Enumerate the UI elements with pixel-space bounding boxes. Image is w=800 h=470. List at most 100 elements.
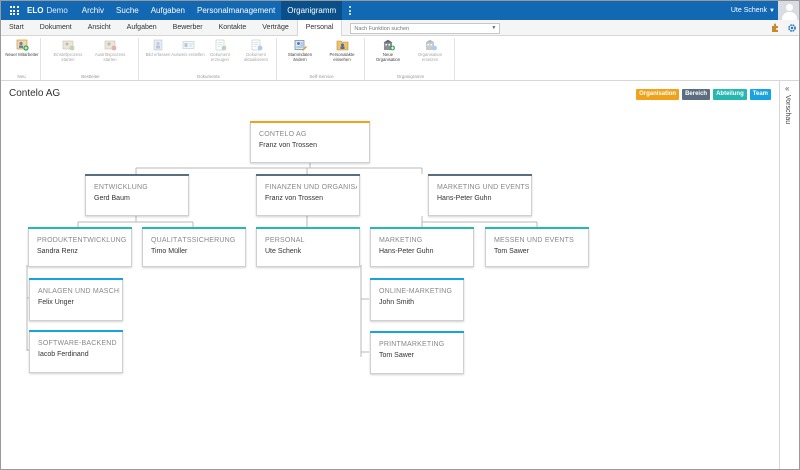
app-window: ELO Demo Archiv Suche Aufgaben Personalm… xyxy=(0,0,800,470)
card-accent-bar xyxy=(370,278,464,280)
settings-icon[interactable] xyxy=(786,22,797,33)
org-card-marketing[interactable]: MARKETING Hans-Peter Guhn xyxy=(370,227,474,267)
org-unit-name: PRODUKTENTWICKLUNG xyxy=(37,237,127,244)
org-unit-name: QUALITÄTSSICHERUNG xyxy=(151,237,236,244)
card-accent-bar xyxy=(28,227,132,229)
org-unit-name: MARKETING xyxy=(379,237,423,244)
chevron-double-left-icon[interactable]: « xyxy=(785,84,789,93)
capture-image-button[interactable]: Bild erfassen xyxy=(141,39,175,57)
start-exit-process-label: Austrittsprozess starten xyxy=(94,52,126,62)
org-card-entwicklung[interactable]: ENTWICKLUNG Gerd Baum xyxy=(85,174,189,216)
generate-document-button[interactable]: Dokument erzeugen xyxy=(203,39,237,62)
function-search-input[interactable] xyxy=(354,25,485,32)
grid-icon xyxy=(9,6,19,15)
org-card-personal[interactable]: PERSONAL Ute Schenk xyxy=(256,227,360,267)
tab-bewerber[interactable]: Bewerber xyxy=(165,20,211,35)
nav-item-aufgaben[interactable]: Aufgaben xyxy=(145,1,191,20)
ribbon-group-neu: Neuer Mitarbeiter Neu xyxy=(3,38,41,80)
tab-aufgaben[interactable]: Aufgaben xyxy=(119,20,165,35)
user-name: Ute Schenk xyxy=(730,7,768,14)
brand-name: ELO xyxy=(27,6,44,15)
app-launcher-button[interactable] xyxy=(1,1,27,20)
generate-document-icon xyxy=(214,39,227,51)
new-organisation-button[interactable]: Neue Organisation xyxy=(371,39,405,62)
nav-item-archiv[interactable]: Archiv xyxy=(76,1,110,20)
replace-organisation-icon xyxy=(424,39,437,51)
new-organisation-icon xyxy=(382,39,395,51)
tab-vertraege[interactable]: Verträge xyxy=(254,20,296,35)
legend-badge-abteilung[interactable]: Abteilung xyxy=(713,89,747,100)
card-accent-bar xyxy=(85,174,189,176)
ribbon-group-self-service: Stammdaten ändern Personalakte einsehen … xyxy=(279,38,365,80)
org-card-software-backend[interactable]: SOFTWARE-BACKEND Iacob Ferdinand xyxy=(29,330,123,373)
replace-organisation-button[interactable]: Organisation ersetzen xyxy=(413,39,447,62)
preview-panel-toggle[interactable]: « Vorschau xyxy=(779,81,799,469)
org-unit-name: FINANZEN UND ORGANISATION xyxy=(265,184,357,191)
tab-dokument[interactable]: Dokument xyxy=(32,20,80,35)
nav-item-suche[interactable]: Suche xyxy=(110,1,145,20)
org-card-contelo-ag[interactable]: CONTELO AG Franz von Trossen xyxy=(250,121,370,163)
top-navigation-bar: ELO Demo Archiv Suche Aufgaben Personalm… xyxy=(1,1,799,20)
org-card-produktentwicklung[interactable]: PRODUKTENTWICKLUNG Sandra Renz xyxy=(28,227,132,267)
hiring-process-icon xyxy=(62,39,75,51)
update-document-button[interactable]: Dokument aktualisieren xyxy=(239,39,273,62)
new-employee-button[interactable]: Neuer Mitarbeiter xyxy=(5,39,39,57)
org-unit-head: Hans-Peter Guhn xyxy=(437,195,492,202)
org-unit-name: CONTELO AG xyxy=(259,131,307,138)
nav-item-personalmanagement[interactable]: Personalmanagement xyxy=(191,1,281,20)
start-exit-process-button[interactable]: Austrittsprozess starten xyxy=(93,39,127,62)
view-personnel-file-label: Personalakte einsehen xyxy=(329,52,355,62)
org-unit-head: Felix Unger xyxy=(38,299,74,306)
tab-personal[interactable]: Personal xyxy=(296,20,343,37)
view-personnel-file-button[interactable]: Personalakte einsehen xyxy=(325,39,359,62)
card-accent-bar xyxy=(142,227,246,229)
legend-badge-team[interactable]: Team xyxy=(749,89,771,100)
nav-item-organigramm[interactable]: Organigramm xyxy=(281,1,343,20)
card-accent-bar xyxy=(256,174,360,176)
chevron-down-icon[interactable]: ▼ xyxy=(491,25,496,31)
legend-badge-organisation[interactable]: Organisation xyxy=(636,89,680,100)
legend: Organisation Bereich Abteilung Team xyxy=(636,89,771,100)
org-unit-name: PRINTMARKETING xyxy=(379,341,445,348)
tab-kontakte[interactable]: Kontakte xyxy=(211,20,255,35)
page-title: Contelo AG xyxy=(9,88,61,99)
personnel-file-icon xyxy=(336,39,349,51)
org-card-messen-und-events[interactable]: MESSEN UND EVENTS Tom Sawer xyxy=(485,227,589,267)
ribbon-group-dokumente: Bild erfassen Ausweis erstellen Dokument… xyxy=(141,38,277,80)
brand-logo[interactable]: ELO Demo xyxy=(27,6,68,15)
org-unit-name: MARKETING UND EVENTS xyxy=(437,184,529,191)
org-card-online-marketing[interactable]: ONLINE-MARKETING John Smith xyxy=(370,278,464,321)
more-vertical-icon[interactable] xyxy=(342,1,358,20)
org-card-marketing-und-events[interactable]: MARKETING UND EVENTS Hans-Peter Guhn xyxy=(428,174,532,216)
card-accent-bar xyxy=(370,331,464,333)
org-card-printmarketing[interactable]: PRINTMARKETING Tom Sawer xyxy=(370,331,464,374)
create-id-card-button[interactable]: Ausweis erstellen xyxy=(171,39,205,57)
tab-start[interactable]: Start xyxy=(1,20,32,35)
plugin-icon[interactable] xyxy=(769,22,780,33)
id-card-icon xyxy=(182,39,195,51)
org-unit-head: John Smith xyxy=(379,299,415,306)
org-card-anlagen-und-maschinen[interactable]: ANLAGEN UND MASCHINEN Felix Unger xyxy=(29,278,123,321)
function-search[interactable]: ▼ xyxy=(350,23,501,34)
org-unit-head: Gerd Baum xyxy=(94,195,130,202)
new-employee-label: Neuer Mitarbeiter xyxy=(5,52,39,57)
org-unit-name: ONLINE-MARKETING xyxy=(379,288,453,295)
ribbon-group-label: Dokumente xyxy=(196,74,220,79)
org-card-finanzen-und-organisation[interactable]: FINANZEN UND ORGANISATION Franz von Tross… xyxy=(256,174,360,216)
org-unit-name: MESSEN UND EVENTS xyxy=(494,237,575,244)
brand-suffix: Demo xyxy=(46,6,68,15)
tab-ansicht[interactable]: Ansicht xyxy=(80,20,119,35)
ribbon-group-label: Self-Service xyxy=(309,74,334,79)
exit-process-icon xyxy=(104,39,117,51)
ribbon-group-bestleiter: Einstellprozess starten Austrittsprozess… xyxy=(43,38,139,80)
org-unit-head: Tom Sawer xyxy=(379,352,415,359)
change-master-data-button[interactable]: Stammdaten ändern xyxy=(283,39,317,62)
start-hiring-process-button[interactable]: Einstellprozess starten xyxy=(51,39,85,62)
edit-master-data-icon xyxy=(294,39,307,51)
update-document-icon xyxy=(250,39,263,51)
org-unit-head: Iacob Ferdinand xyxy=(38,351,89,358)
user-menu[interactable]: Ute Schenk ▼ xyxy=(731,1,775,20)
legend-badge-bereich[interactable]: Bereich xyxy=(682,89,711,100)
avatar[interactable] xyxy=(778,1,799,20)
org-card-qualitatssicherung[interactable]: QUALITÄTSSICHERUNG Timo Müller xyxy=(142,227,246,267)
